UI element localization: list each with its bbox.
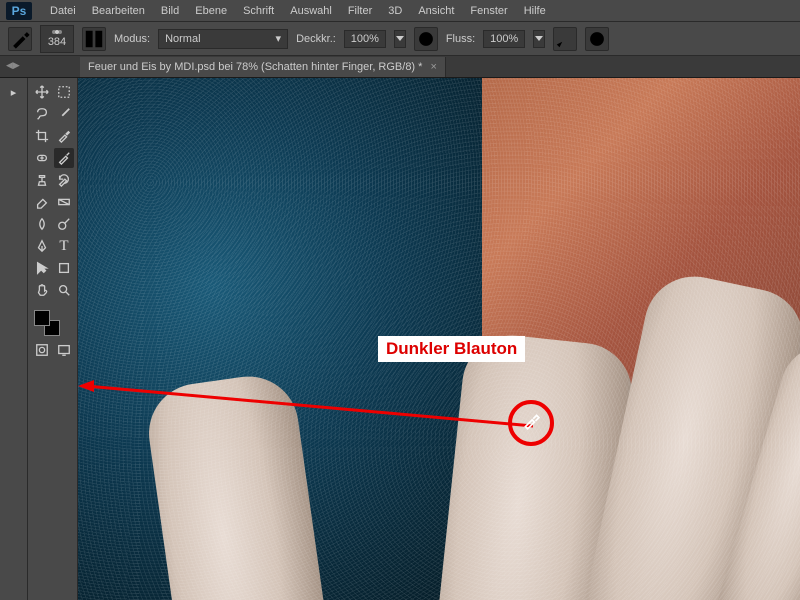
menu-3d[interactable]: 3D (380, 5, 410, 17)
tool-preset-picker[interactable] (8, 27, 32, 51)
brush-dots-icon (55, 30, 59, 34)
hand-tool[interactable] (32, 280, 52, 300)
pressure-opacity-toggle[interactable] (414, 27, 438, 51)
document-tab-title: Feuer und Eis by MDI.psd bei 78% (Schatt… (88, 61, 422, 73)
shape-tool[interactable] (54, 258, 74, 278)
options-bar: 384 Modus: Normal ▾ Deckkr.: 100% Fluss:… (0, 22, 800, 56)
flow-input[interactable]: 100% (483, 30, 525, 48)
canvas-area[interactable]: Dunkler Blauton (78, 78, 800, 600)
app-logo: Ps (6, 2, 32, 20)
blend-mode-value: Normal (165, 33, 200, 45)
document-tab[interactable]: Feuer und Eis by MDI.psd bei 78% (Schatt… (80, 57, 446, 77)
opacity-input[interactable]: 100% (344, 30, 386, 48)
menu-file[interactable]: Datei (42, 5, 84, 17)
menu-window[interactable]: Fenster (462, 5, 515, 17)
path-select-tool[interactable] (32, 258, 52, 278)
clone-stamp-tool[interactable] (32, 170, 52, 190)
marquee-tool[interactable] (54, 82, 74, 102)
mode-label: Modus: (114, 33, 150, 45)
flow-slider-toggle[interactable] (533, 30, 545, 48)
zoom-tool[interactable] (54, 280, 74, 300)
quickmask-toggle[interactable] (32, 340, 52, 360)
document-tab-strip: Feuer und Eis by MDI.psd bei 78% (Schatt… (0, 56, 800, 78)
menu-view[interactable]: Ansicht (410, 5, 462, 17)
chevron-down-icon: ▾ (276, 32, 282, 45)
dodge-tool[interactable] (54, 214, 74, 234)
eyedropper-cursor-icon (522, 412, 540, 430)
brush-tool[interactable] (54, 148, 74, 168)
crop-tool[interactable] (32, 126, 52, 146)
eraser-tool[interactable] (32, 192, 52, 212)
menu-edit[interactable]: Bearbeiten (84, 5, 153, 17)
brush-preset-picker[interactable]: 384 (40, 25, 74, 53)
menu-layer[interactable]: Ebene (187, 5, 235, 17)
pen-tool[interactable] (32, 236, 52, 256)
tab-collapse-handle[interactable]: ◀▶ (6, 60, 16, 70)
blur-tool[interactable] (32, 214, 52, 234)
lasso-tool[interactable] (32, 104, 52, 124)
menu-filter[interactable]: Filter (340, 5, 380, 17)
menu-bar: Ps Datei Bearbeiten Bild Ebene Schrift A… (0, 0, 800, 22)
pressure-size-toggle[interactable] (585, 27, 609, 51)
left-mini-rail: ▸ (0, 78, 28, 600)
history-brush-tool[interactable] (54, 170, 74, 190)
airbrush-toggle[interactable] (553, 27, 577, 51)
flow-label: Fluss: (446, 33, 475, 45)
move-tool[interactable] (32, 82, 52, 102)
annotation-label: Dunkler Blauton (378, 336, 525, 362)
eyedropper-tool[interactable] (54, 126, 74, 146)
brush-panel-toggle[interactable] (82, 27, 106, 51)
magic-wand-tool[interactable] (54, 104, 74, 124)
blend-mode-select[interactable]: Normal ▾ (158, 29, 288, 49)
menu-image[interactable]: Bild (153, 5, 187, 17)
tools-panel: T (28, 78, 78, 600)
opacity-label: Deckkr.: (296, 33, 336, 45)
menu-help[interactable]: Hilfe (516, 5, 554, 17)
menu-type[interactable]: Schrift (235, 5, 282, 17)
menu-select[interactable]: Auswahl (282, 5, 340, 17)
screenmode-toggle[interactable] (54, 340, 74, 360)
color-swatches (32, 308, 74, 338)
gradient-tool[interactable] (54, 192, 74, 212)
foreground-color-swatch[interactable] (34, 310, 50, 326)
rail-handle-icon[interactable]: ▸ (4, 82, 24, 102)
healing-brush-tool[interactable] (32, 148, 52, 168)
close-tab-button[interactable]: × (430, 61, 436, 73)
brush-size-value: 384 (48, 36, 66, 48)
opacity-slider-toggle[interactable] (394, 30, 406, 48)
type-tool[interactable]: T (54, 236, 74, 256)
